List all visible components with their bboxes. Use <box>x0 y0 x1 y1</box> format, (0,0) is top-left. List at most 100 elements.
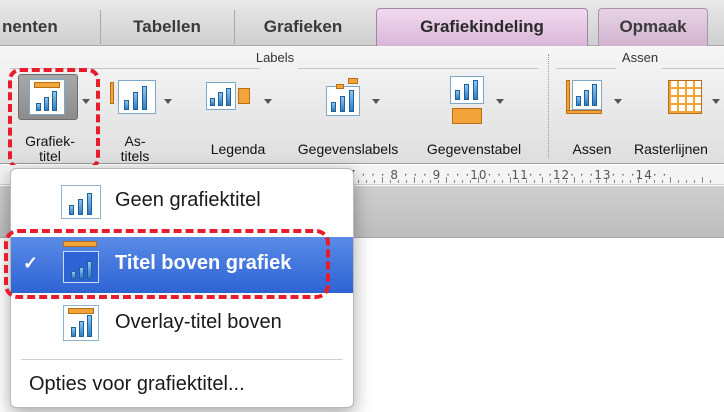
bar <box>218 92 223 106</box>
ruler-tick <box>526 180 527 183</box>
ruler-tick <box>550 180 551 183</box>
menu-item-label: Geen grafiektitel <box>115 189 261 211</box>
data-label-tag <box>336 84 344 89</box>
menu-item-overlay-titel-boven[interactable]: Overlay-titel boven <box>11 297 353 351</box>
bar <box>124 100 129 110</box>
ruler-tick <box>614 180 615 183</box>
bar <box>78 199 83 215</box>
ruler-tick <box>542 177 543 183</box>
table-grid <box>452 108 482 124</box>
bar <box>349 90 354 112</box>
ruler-tick <box>414 177 415 183</box>
ruler-tick <box>574 177 575 183</box>
chevron-down-icon[interactable] <box>372 99 380 104</box>
group-line <box>662 68 724 69</box>
ruler-tick <box>422 180 423 183</box>
tab-tabellen[interactable]: Tabellen <box>104 8 230 46</box>
ruler-tick <box>478 177 479 183</box>
data-labels-label: Gegevenslabels <box>297 141 399 157</box>
data-labels-button[interactable] <box>326 76 366 120</box>
ruler-tick <box>646 180 647 183</box>
menu-item-label: Overlay-titel boven <box>115 311 282 333</box>
axis-titles-button[interactable] <box>110 76 160 120</box>
chart-frame <box>63 305 99 341</box>
tab-divider <box>100 10 101 44</box>
ruler-tick <box>534 180 535 183</box>
ruler-tick <box>678 180 679 183</box>
ribbon: Labels Assen Grafiek- titel As- titels L… <box>0 46 724 164</box>
ruler-tick <box>358 180 359 183</box>
highlight-ring-chart-title-button <box>8 68 100 170</box>
ruler-tick <box>462 180 463 183</box>
bar <box>210 98 215 106</box>
chevron-down-icon[interactable] <box>614 99 622 104</box>
menu-separator <box>21 359 343 360</box>
group-divider <box>548 54 549 158</box>
bar <box>340 96 345 112</box>
data-labels-icon <box>326 86 360 116</box>
menu-item-opties-voor-grafiektitel[interactable]: Opties voor grafiektitel... <box>29 373 245 396</box>
ruler-tick <box>686 180 687 183</box>
chevron-down-icon[interactable] <box>164 99 172 104</box>
data-label-tag <box>348 78 358 84</box>
gridlines-label: Rasterlijnen <box>634 141 708 157</box>
ruler-tick <box>502 180 503 183</box>
axes-button[interactable] <box>566 78 606 122</box>
tab-opmaak[interactable]: Opmaak <box>598 8 708 46</box>
ruler-tick <box>382 177 383 183</box>
bar <box>473 80 478 100</box>
ruler-tick <box>374 180 375 183</box>
axis-titles-icon <box>118 80 156 114</box>
ruler-tick <box>486 180 487 183</box>
bar <box>69 205 74 215</box>
ruler-tick <box>638 177 639 183</box>
group-label-labels: Labels <box>255 50 295 65</box>
tab-grafiekindeling[interactable]: Grafiekindeling <box>376 8 588 46</box>
highlight-ring-selected-item <box>4 229 330 299</box>
ruler-tick <box>694 180 695 183</box>
bar <box>71 327 76 337</box>
ruler-tick <box>670 177 671 183</box>
bar <box>133 92 138 110</box>
group-line <box>298 68 538 69</box>
tab-elementen[interactable]: nenten <box>0 8 96 46</box>
menu-item-geen-grafiektitel[interactable]: Geen grafiektitel <box>11 175 353 229</box>
ruler-tick <box>398 180 399 183</box>
ruler-tick <box>702 177 703 183</box>
ruler-tick <box>582 180 583 183</box>
ribbon-tab-bar: nenten Tabellen Grafieken Grafiekindelin… <box>0 0 724 46</box>
chevron-down-icon[interactable] <box>496 99 504 104</box>
legend-button[interactable] <box>206 82 256 114</box>
tab-grafieken[interactable]: Grafieken <box>238 8 368 46</box>
ruler-tick <box>454 180 455 183</box>
axis-strip <box>566 110 602 114</box>
chevron-down-icon[interactable] <box>712 99 720 104</box>
ruler-tick <box>470 180 471 183</box>
ruler-tick <box>446 177 447 183</box>
bar <box>226 88 231 106</box>
ruler-tick <box>438 180 439 183</box>
ruler-tick <box>406 180 407 183</box>
title-strip <box>68 308 94 314</box>
data-table-button[interactable] <box>450 76 490 128</box>
ruler-tick <box>654 180 655 183</box>
bar <box>464 84 469 100</box>
ruler-tick <box>366 180 367 183</box>
ruler-tick <box>622 180 623 183</box>
legend-label: Legenda <box>210 141 266 157</box>
bar <box>87 315 92 337</box>
bar <box>142 86 147 110</box>
axes-icon <box>572 80 602 110</box>
data-table-icon <box>450 76 484 104</box>
legend-icon <box>206 82 236 110</box>
bar <box>331 102 336 112</box>
chevron-down-icon[interactable] <box>264 99 272 104</box>
ruler-tick <box>518 180 519 183</box>
ruler-tick <box>630 180 631 183</box>
gridlines-button[interactable] <box>668 76 708 120</box>
overlay-title-icon <box>61 301 103 347</box>
bar <box>79 321 84 337</box>
axis-title-strip <box>110 82 114 104</box>
ruler-tick <box>598 180 599 183</box>
axes-label: Assen <box>572 141 612 157</box>
